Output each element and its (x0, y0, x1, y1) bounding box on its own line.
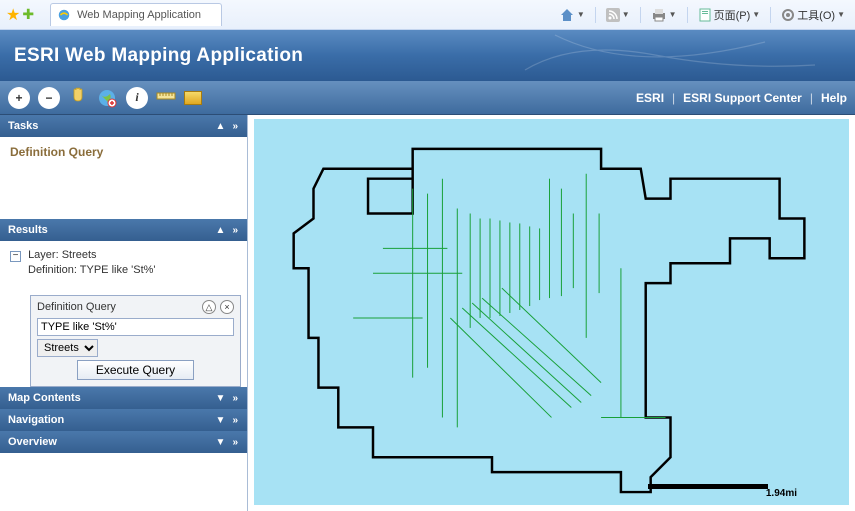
tasks-body: Definition Query (0, 137, 247, 219)
popup-minimize-icon[interactable]: △ (202, 300, 216, 314)
result-def-row: Definition: TYPE like 'St%' (28, 264, 237, 276)
scale-bar: 1.94mi (648, 484, 797, 489)
popup-title: Definition Query (37, 301, 116, 313)
measure-button[interactable] (156, 87, 176, 108)
tab-title: Web Mapping Application (77, 9, 201, 21)
magnify-button[interactable] (184, 91, 202, 105)
separator (640, 7, 641, 23)
results-title: Results (8, 224, 48, 236)
separator (770, 7, 771, 23)
map-svg (254, 119, 849, 505)
collapse-icon[interactable]: ▲ (216, 121, 227, 132)
navigation-header[interactable]: Navigation ▼ » (0, 409, 247, 431)
tasks-header[interactable]: Tasks ▲ » (0, 115, 247, 137)
app-toolbar: + − i ESRI | ESRI Support Center | Help (0, 81, 855, 115)
hide-icon[interactable]: » (232, 225, 239, 236)
header-links: ESRI | ESRI Support Center | Help (636, 91, 847, 105)
add-favorite-icon[interactable]: ✚ (22, 6, 34, 23)
plus-icon: + (15, 91, 22, 105)
tools-menu-label: 工具(O) (797, 7, 835, 23)
support-link[interactable]: ESRI Support Center (683, 91, 802, 105)
expand-icon[interactable]: ▼ (216, 393, 227, 404)
navigation-title: Navigation (8, 414, 64, 426)
full-extent-button[interactable] (96, 87, 118, 109)
link-divider: | (810, 91, 813, 105)
main-area: Tasks ▲ » Definition Query Results ▲ » − L… (0, 115, 855, 511)
hide-icon[interactable]: » (232, 393, 239, 404)
tasks-title: Tasks (8, 120, 38, 132)
sidebar: Tasks ▲ » Definition Query Results ▲ » − L… (0, 115, 248, 511)
map-area: 1.94mi (248, 115, 855, 511)
map-contents-header[interactable]: Map Contents ▼ » (0, 387, 247, 409)
scale-text: 1.94mi (766, 488, 797, 499)
results-body: − Layer: Streets Definition: TYPE like '… (0, 241, 247, 387)
home-button[interactable]: ▼ (555, 5, 589, 25)
esri-link[interactable]: ESRI (636, 91, 664, 105)
expand-icon[interactable]: ▼ (216, 437, 227, 448)
map-contents-title: Map Contents (8, 392, 81, 404)
zoom-in-button[interactable]: + (8, 87, 30, 109)
expand-icon[interactable]: ▼ (216, 415, 227, 426)
minus-icon: − (45, 91, 52, 105)
hide-icon[interactable]: » (232, 121, 239, 132)
execute-query-button[interactable]: Execute Query (77, 360, 194, 380)
info-icon: i (135, 90, 138, 105)
popup-close-icon[interactable]: × (220, 300, 234, 314)
help-link[interactable]: Help (821, 91, 847, 105)
browser-left: ★ ✚ Web Mapping Application (6, 3, 222, 26)
def-label: Definition: (28, 264, 77, 276)
layer-value: Streets (62, 249, 97, 261)
app-title: ESRI Web Mapping Application (14, 45, 303, 67)
favorites-star-icon[interactable]: ★ (6, 5, 20, 25)
query-layer-select[interactable]: Streets (37, 339, 98, 357)
page-menu[interactable]: 页面(P)▼ (694, 5, 765, 25)
scale-line (648, 484, 768, 489)
def-value: TYPE like 'St%' (80, 264, 156, 276)
overview-header[interactable]: Overview ▼ » (0, 431, 247, 453)
map-canvas[interactable]: 1.94mi (254, 119, 849, 505)
collapse-icon[interactable]: ▲ (216, 225, 227, 236)
app-header: ESRI Web Mapping Application (0, 30, 855, 81)
hide-icon[interactable]: » (232, 415, 239, 426)
print-button[interactable]: ▼ (647, 6, 681, 24)
separator (687, 7, 688, 23)
browser-toolbar: ★ ✚ Web Mapping Application ▼ ▼ ▼ 页面(P)▼… (0, 0, 855, 30)
layer-label: Layer: (28, 249, 59, 261)
separator (595, 7, 596, 23)
query-expression-input[interactable] (37, 318, 234, 336)
pan-tool[interactable] (68, 85, 88, 110)
results-header[interactable]: Results ▲ » (0, 219, 247, 241)
ie-icon (57, 8, 71, 22)
browser-right: ▼ ▼ ▼ 页面(P)▼ 工具(O)▼ (555, 5, 849, 25)
overview-title: Overview (8, 436, 57, 448)
identify-button[interactable]: i (126, 87, 148, 109)
definition-query-popup: Definition Query △ × Streets Execute Que… (30, 295, 241, 387)
definition-query-task[interactable]: Definition Query (10, 145, 103, 159)
page-menu-label: 页面(P) (714, 7, 751, 23)
header-decoration (515, 30, 855, 81)
feeds-button[interactable]: ▼ (602, 6, 634, 24)
result-layer-row: − Layer: Streets (10, 249, 237, 262)
tools-menu[interactable]: 工具(O)▼ (777, 5, 849, 25)
sidebar-spacer (0, 453, 247, 511)
tree-toggle[interactable]: − (10, 251, 21, 262)
link-divider: | (672, 91, 675, 105)
hide-icon[interactable]: » (232, 437, 239, 448)
browser-tab[interactable]: Web Mapping Application (50, 3, 222, 26)
zoom-out-button[interactable]: − (38, 87, 60, 109)
